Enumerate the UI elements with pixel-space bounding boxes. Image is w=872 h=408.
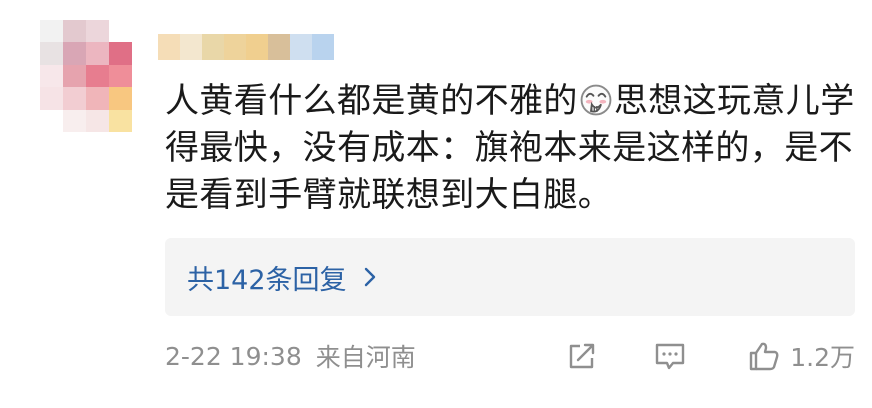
avatar-pixel bbox=[40, 20, 63, 43]
avatar-pixel bbox=[109, 87, 132, 110]
chevron-right-icon bbox=[364, 267, 375, 287]
username-pixel bbox=[290, 34, 312, 60]
comment-location: 来自河南 bbox=[315, 343, 416, 372]
avatar-pixel bbox=[40, 64, 63, 88]
comment-text-part-1: 人黄看什么都是黄的不雅的 bbox=[165, 81, 578, 121]
like-count: 1.2万 bbox=[790, 343, 855, 372]
username-pixel bbox=[158, 34, 180, 60]
avatar-pixel bbox=[63, 42, 86, 65]
user-avatar[interactable] bbox=[40, 20, 132, 132]
username-pixel bbox=[180, 34, 202, 60]
avatar-pixel bbox=[63, 64, 86, 88]
like-button[interactable]: 1.2万 bbox=[746, 338, 855, 374]
username-pixel bbox=[224, 34, 246, 60]
avatar-pixel bbox=[86, 64, 109, 88]
share-icon[interactable] bbox=[564, 338, 600, 374]
comment-footer: 2-22 19:38 来自河南 1.2万 bbox=[165, 334, 855, 378]
avatar-pixel bbox=[86, 20, 109, 43]
avatar-pixel bbox=[40, 42, 63, 65]
username-pixel bbox=[268, 34, 290, 60]
avatar-pixel bbox=[40, 87, 63, 110]
replies-count-label[interactable]: 共142条回复 bbox=[187, 258, 347, 297]
face-with-hand-over-mouth-emoji-icon bbox=[579, 83, 613, 117]
avatar-pixel bbox=[63, 87, 86, 110]
username-pixelated[interactable] bbox=[158, 34, 334, 60]
comment-datetime: 2-22 19:38 bbox=[165, 341, 302, 371]
avatar-pixel bbox=[109, 109, 132, 132]
avatar-pixel bbox=[109, 64, 132, 88]
avatar-pixel bbox=[86, 87, 109, 110]
username-pixel bbox=[312, 34, 334, 60]
comment-text: 人黄看什么都是黄的不雅的 思想这玩意儿学得最快，没有成本：旗袍本来是这样的，是不是… bbox=[165, 78, 855, 219]
avatar-pixel bbox=[40, 109, 63, 132]
avatar-pixel bbox=[63, 20, 86, 43]
avatar-pixel bbox=[109, 20, 132, 43]
comment-icon[interactable] bbox=[652, 338, 688, 374]
username-pixel bbox=[202, 34, 224, 60]
like-icon[interactable] bbox=[746, 338, 782, 374]
avatar-pixel bbox=[86, 109, 109, 132]
replies-link[interactable]: 共142条回复 bbox=[165, 238, 855, 316]
avatar-pixel bbox=[63, 109, 86, 132]
avatar-pixel bbox=[86, 42, 109, 65]
username-pixel bbox=[246, 34, 268, 60]
avatar-pixel bbox=[109, 42, 132, 65]
